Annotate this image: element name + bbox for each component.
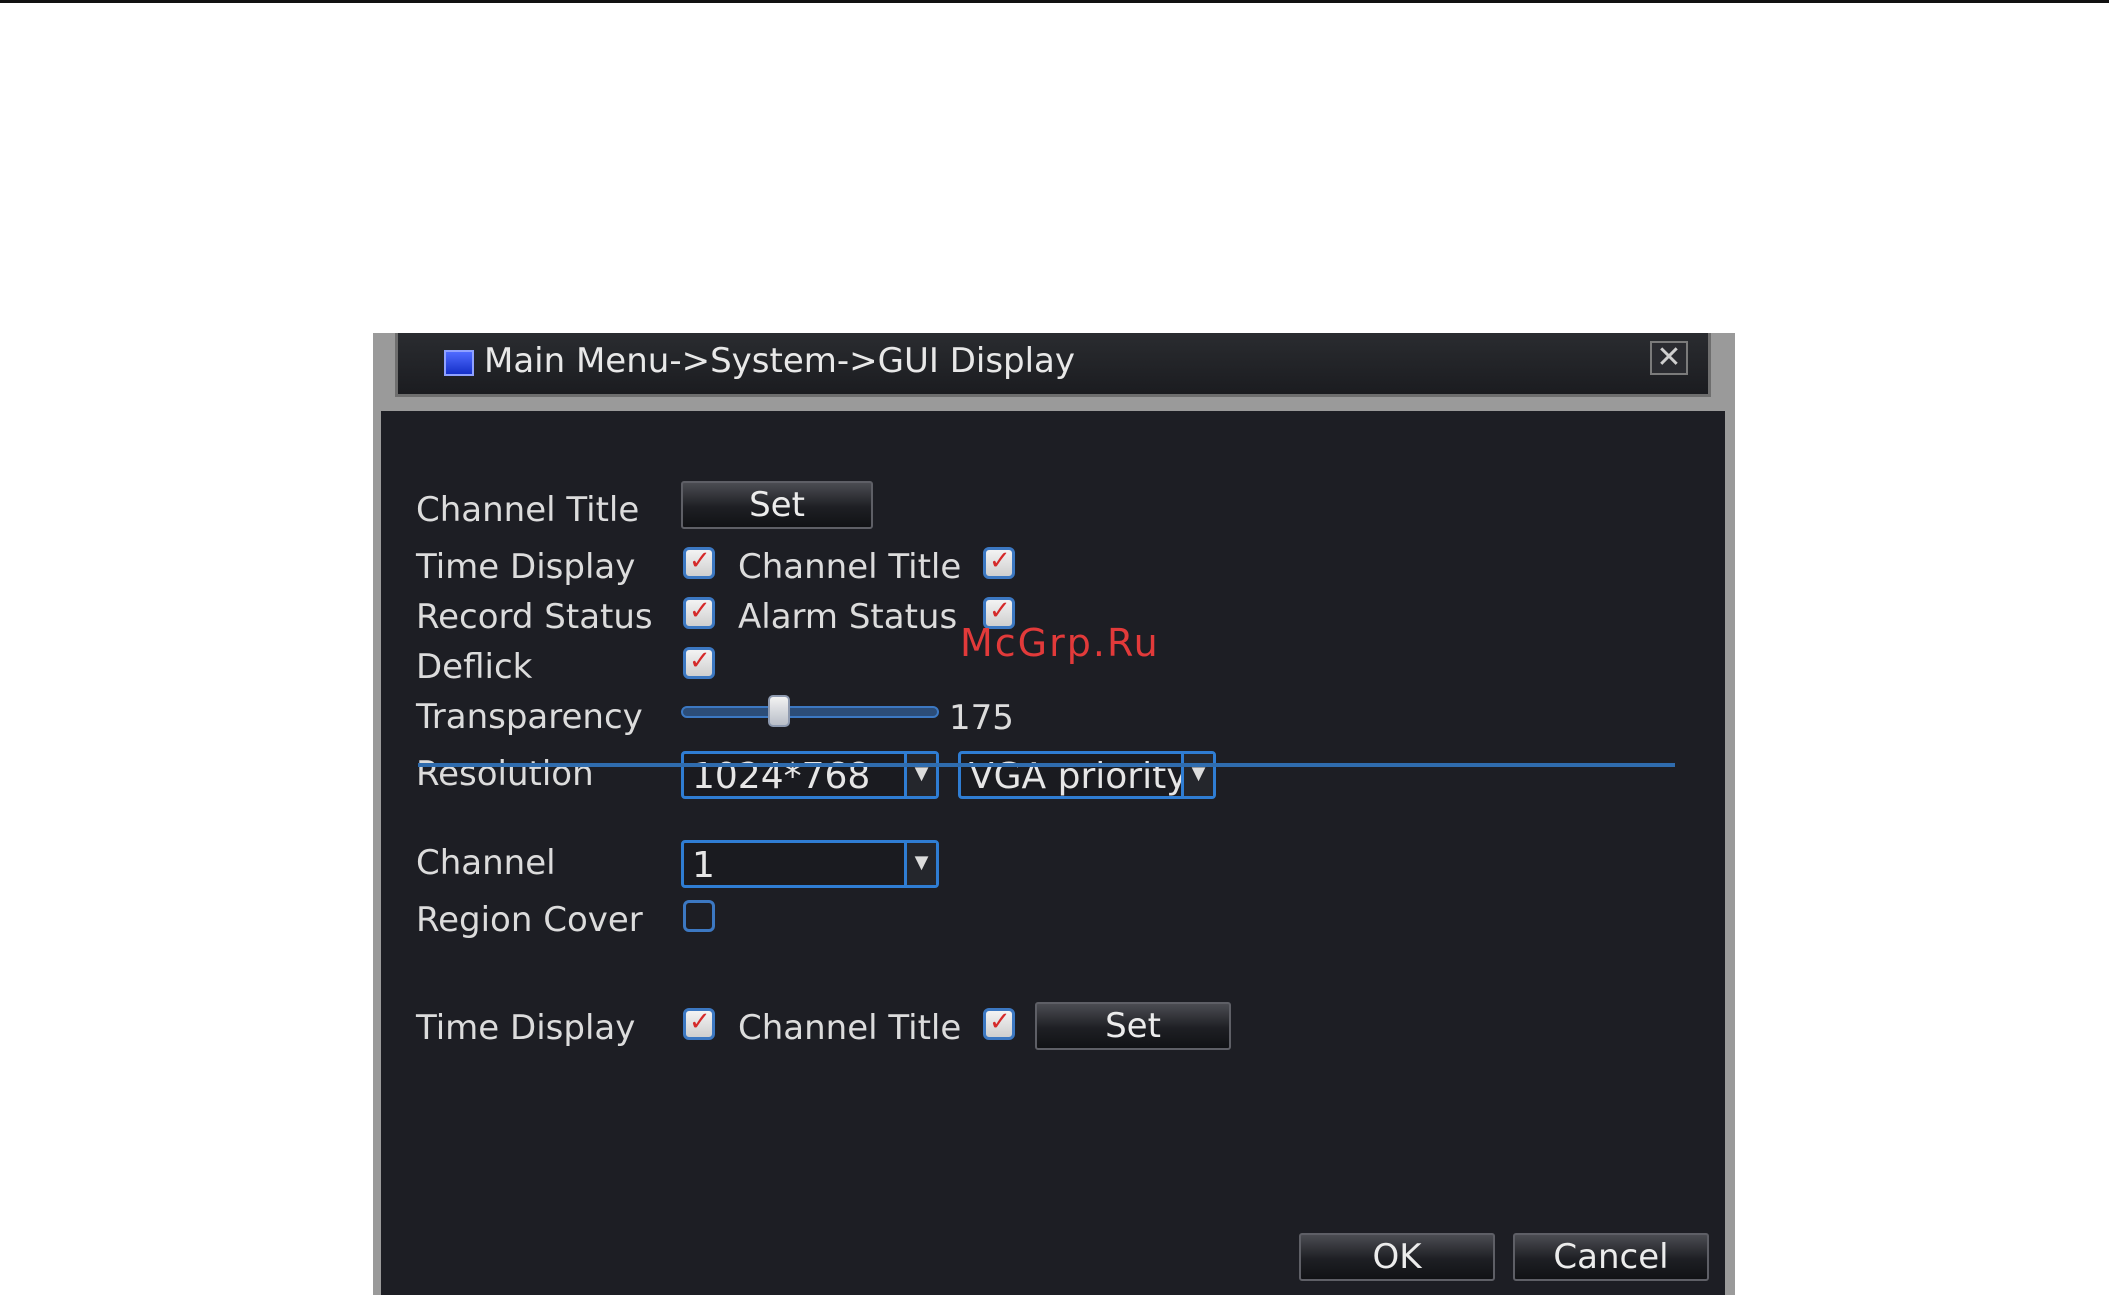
- settings-panel: Channel Title Set Time Display Channel T…: [381, 411, 1725, 1295]
- transparency-value: 175: [949, 698, 1014, 738]
- alarm-status-label: Alarm Status: [738, 597, 958, 637]
- window-icon: [444, 350, 474, 376]
- transparency-label: Transparency: [416, 697, 643, 737]
- page-top-rule: [0, 0, 2109, 3]
- channel-title-label: Channel Title: [416, 490, 640, 530]
- channel-title-checkbox[interactable]: [983, 546, 1015, 579]
- channel-overlay-set-button[interactable]: Set: [1035, 1002, 1231, 1050]
- time-display-label: Time Display: [416, 547, 636, 587]
- cancel-button[interactable]: Cancel: [1513, 1233, 1709, 1281]
- dialog-title: Main Menu->System->GUI Display: [484, 341, 1076, 381]
- close-button[interactable]: ✕: [1650, 341, 1688, 375]
- dialog-titlebar[interactable]: Main Menu->System->GUI Display ✕: [395, 333, 1711, 397]
- channel-title-set-button[interactable]: Set: [681, 481, 873, 529]
- region-cover-checkbox[interactable]: [683, 900, 715, 932]
- deflick-label: Deflick: [416, 647, 533, 687]
- channel-label: Channel: [416, 843, 556, 883]
- region-cover-label: Region Cover: [416, 900, 643, 940]
- transparency-slider-handle[interactable]: [768, 695, 790, 727]
- ok-button[interactable]: OK: [1299, 1233, 1495, 1281]
- transparency-slider-track[interactable]: [681, 706, 939, 718]
- time-display-checkbox[interactable]: [683, 546, 715, 579]
- channel-title-checkbox-label: Channel Title: [738, 547, 962, 587]
- chevron-down-icon[interactable]: ▼: [904, 843, 936, 885]
- channel-time-display-label: Time Display: [416, 1008, 636, 1048]
- channel-channel-title-checkbox[interactable]: [983, 1007, 1015, 1040]
- section-divider: [418, 763, 1675, 767]
- record-status-checkbox[interactable]: [683, 596, 715, 629]
- resolution-label: Resolution: [416, 754, 594, 794]
- channel-channel-title-label: Channel Title: [738, 1008, 962, 1048]
- output-priority-select[interactable]: VGA priority ▼: [958, 751, 1216, 799]
- channel-time-display-checkbox[interactable]: [683, 1007, 715, 1040]
- chevron-down-icon[interactable]: ▼: [1181, 754, 1213, 796]
- chevron-down-icon[interactable]: ▼: [904, 754, 936, 796]
- resolution-select[interactable]: 1024*768 ▼: [681, 751, 939, 799]
- gui-display-dialog: Main Menu->System->GUI Display ✕ Channel…: [373, 333, 1735, 1295]
- channel-select[interactable]: 1 ▼: [681, 840, 939, 888]
- record-status-label: Record Status: [416, 597, 653, 637]
- watermark-text: McGrp.Ru: [960, 621, 1160, 665]
- deflick-checkbox[interactable]: [683, 646, 715, 679]
- channel-value: 1: [692, 845, 715, 886]
